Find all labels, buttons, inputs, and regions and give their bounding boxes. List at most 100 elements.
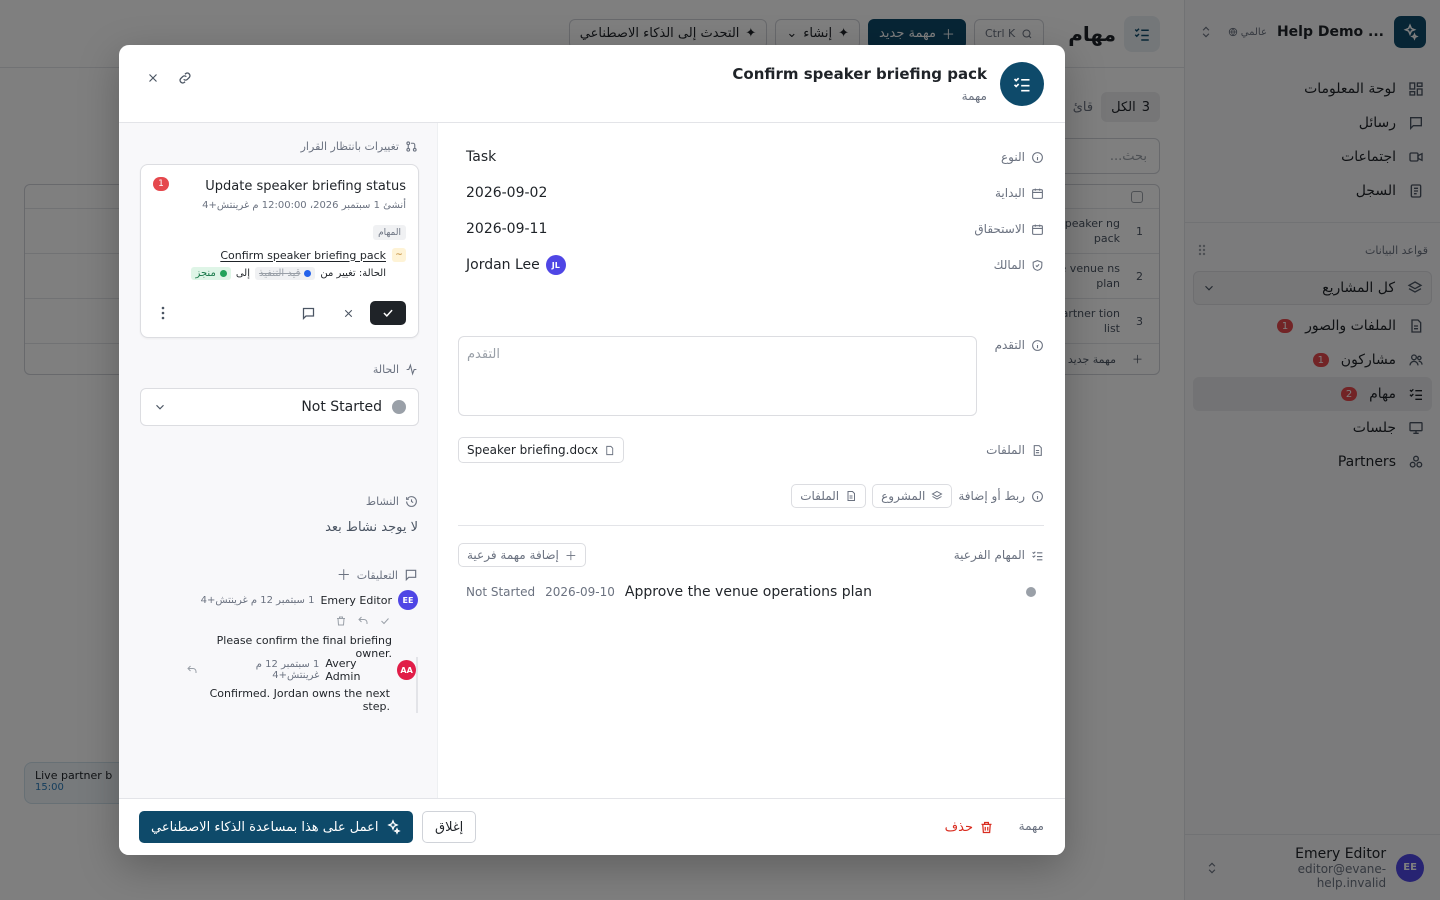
pending-changes-header: تغييرات بانتظار القرار [301,140,418,153]
tasks-icon [1032,550,1043,560]
field-due: الاستحقاق 2026-09-11 [458,217,1044,241]
start-date-value[interactable]: 2026-09-02 [458,185,954,201]
files-value: Speaker briefing.docx [458,437,954,463]
field-link-or-add: ربط أو إضافة المشروع الملفات [458,484,1044,508]
new-status-chip: منجز [191,267,231,280]
files-label: الملفات [986,443,1025,457]
delete-button[interactable]: حذف [945,814,994,840]
activity-header: النشاط [366,495,418,508]
link-icon[interactable] [174,67,196,89]
activity-label: النشاط [365,495,399,508]
info-icon [1032,151,1043,163]
subtasks-label: المهام الفرعية [953,548,1025,562]
type-value[interactable]: Task [458,149,954,165]
comment-button[interactable] [298,303,318,323]
pending-count-badge: 1 [153,177,169,191]
owner-name: Jordan Lee [466,257,540,273]
status-select[interactable]: Not Started [140,388,419,426]
comments-header: التعليقات ＋ [337,565,418,585]
due-date-value[interactable]: 2026-09-11 [458,221,954,237]
reject-button[interactable] [338,303,358,323]
database-chip: المهام [373,225,406,240]
comment-time: 1 سبتمبر 12 م غرينتش+4 [200,594,315,606]
info-icon [1032,339,1043,351]
link-project-button[interactable]: المشروع [872,484,953,508]
subtask-name: Approve the venue operations plan [624,584,872,600]
layers-icon [931,490,943,500]
comment-item: EE Emery Editor 1 سبتمبر 12 م غرينتش+4 P… [188,590,418,660]
no-activity-text: لا يوجد نشاط بعد [325,520,418,535]
reply-icon[interactable] [356,614,370,628]
link-label: ربط أو إضافة [958,489,1025,503]
new-status-label: منجز [195,268,216,279]
link-project-label: المشروع [881,489,926,503]
field-label: المهام الفرعية [954,548,1044,562]
file-icon [847,491,856,501]
owner-label: المالك [993,258,1025,272]
field-owner: المالك Jordan Lee JL [458,253,1044,277]
tasks-icon [1000,62,1044,106]
owner-value[interactable]: Jordan Lee JL [458,255,954,275]
comments-label: التعليقات [356,568,398,582]
side-panel: تغييرات بانتظار القرار Update speaker br… [119,123,438,798]
sparkle-icon [386,819,401,835]
activity-icon [406,363,417,376]
plus-icon: ＋ [564,548,577,563]
avatar: EE [398,590,418,610]
reply-icon[interactable] [186,664,198,676]
git-pull-icon [406,141,417,152]
modal-header: Confirm speaker briefing pack مهمة [119,45,1065,123]
file-chip[interactable]: Speaker briefing.docx [458,437,625,463]
work-with-ai-button[interactable]: اعمل على هذا بمساعدة الذكاء الاصطناعي [139,811,413,843]
pending-change-created: أنشئ 1 سبتمبر 2026، 12:00:00 م غرينتش+4 [202,200,406,211]
approve-button[interactable] [370,301,406,325]
delete-label: حذف [944,819,973,835]
file-icon [606,445,614,455]
close-button[interactable]: إغلاق [422,811,477,843]
modal-footer: اعمل على هذا بمساعدة الذكاء الاصطناعي إغ… [119,798,1065,855]
linked-record[interactable]: ~ Confirm speaker briefing pack [220,248,406,262]
comment-header: EE Emery Editor 1 سبتمبر 12 م غرينتش+4 [188,590,418,610]
pending-change-actions [153,301,406,325]
add-comment-icon[interactable]: ＋ [337,565,351,585]
close-icon[interactable] [142,67,164,89]
trash-icon [981,821,992,833]
progress-textarea[interactable]: التقدم [458,336,977,416]
field-type: النوع Task [458,145,1044,169]
history-icon [406,496,417,507]
change-prefix: الحالة: تغيير من [320,268,386,279]
calendar-icon [1032,224,1043,235]
info-icon [1032,490,1043,502]
check-icon [383,309,393,317]
field-files: الملفات Speaker briefing.docx [458,437,1044,463]
status-change-summary: الحالة: تغيير من قيد التنفيذ إلى منجز [191,267,386,280]
comment-time: 1 سبتمبر 12 م غرينتش+4 [255,659,320,681]
add-subtask-button[interactable]: ＋ إضافة مهمة فرعية [458,543,586,567]
footer-type-label: مهمة [1018,819,1044,833]
more-button[interactable] [153,303,173,323]
start-label: البداية [994,186,1025,200]
calendar-icon [1032,188,1043,199]
link-files-label: الملفات [800,489,840,503]
due-label: الاستحقاق [974,222,1025,236]
comment-text: Confirmed. Jordan owns the next step. [209,687,390,713]
subtask-status: Not Started [466,585,536,599]
subtask-row[interactable]: Not Started 2026-09-10 Approve the venue… [458,580,1044,604]
file-name: Speaker briefing.docx [467,443,599,457]
subtask-status-dot [1026,587,1036,597]
field-subtasks: المهام الفرعية ＋ إضافة مهمة فرعية [458,543,1044,567]
modal-title: Confirm speaker briefing pack [732,65,987,83]
close-icon [344,309,352,317]
type-label: النوع [1001,150,1025,164]
comment-header: AA Avery Admin 1 سبتمبر 12 م غرينتش+4 [186,657,416,683]
subtask-date: 2026-09-10 [545,585,615,599]
link-files-button[interactable]: الملفات [791,484,867,508]
resolve-icon[interactable] [378,614,392,628]
comment-reply: AA Avery Admin 1 سبتمبر 12 م غرينتش+4 Co… [186,657,418,713]
pending-changes-label: تغييرات بانتظار القرار [300,140,399,153]
comment-author: Emery Editor [320,593,392,607]
file-icon [1033,444,1042,456]
link-options: المشروع الملفات [791,484,953,508]
trash-icon[interactable] [334,614,348,628]
avatar: AA [397,660,416,680]
